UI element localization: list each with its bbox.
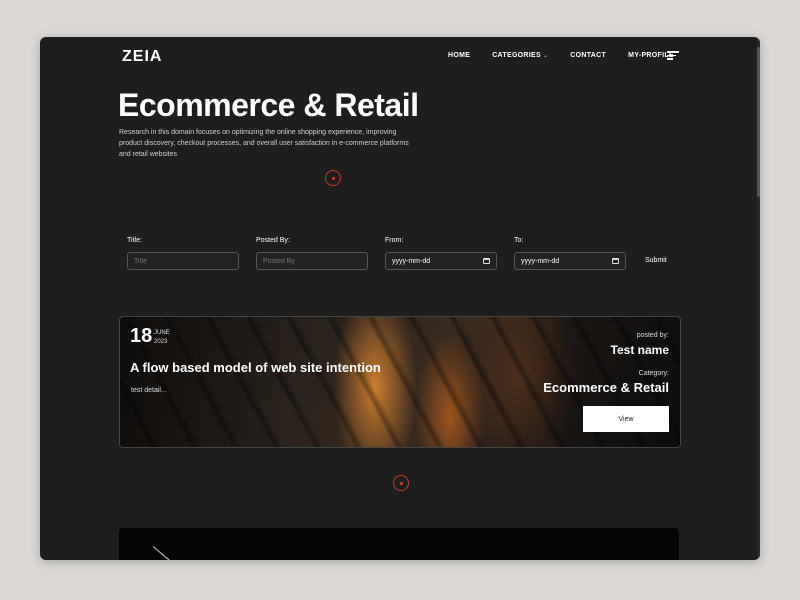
posted-by-filter-label: Posted By:: [256, 237, 290, 244]
submit-button[interactable]: Submit: [645, 257, 667, 264]
from-date-input[interactable]: yyyy-mm-dd: [385, 252, 497, 270]
post-date-month-year: JUNE 2023: [154, 329, 170, 347]
page-title: Ecommerce & Retail: [118, 87, 419, 123]
to-date-value: yyyy-mm-dd: [521, 257, 560, 265]
page-description: Research in this domain focuses on optim…: [119, 129, 409, 158]
card-background-image: [152, 546, 171, 560]
post-card-partial: [119, 528, 679, 560]
main-nav: HOME CATEGORIES ⌄ CONTACT MY-PROFILE: [448, 52, 696, 59]
calendar-icon[interactable]: [612, 258, 619, 264]
brand-logo[interactable]: ZEIA: [122, 48, 162, 66]
from-date-value: yyyy-mm-dd: [392, 257, 431, 265]
posted-by-name: Test name: [610, 343, 669, 357]
nav-contact[interactable]: CONTACT: [570, 52, 606, 59]
post-title[interactable]: A flow based model of web site intention: [130, 360, 381, 375]
chevron-down-icon: ⌄: [542, 53, 549, 59]
scrollbar-thumb[interactable]: [757, 47, 760, 197]
post-date-day: 18: [130, 325, 153, 347]
post-card: 18 JUNE 2023 A flow based model of web s…: [119, 316, 681, 448]
browser-window: ZEIA HOME CATEGORIES ⌄ CONTACT MY-PROFILE…: [40, 37, 760, 560]
nav-categories-label: CATEGORIES: [492, 52, 541, 59]
title-filter-input[interactable]: [127, 252, 239, 270]
post-date-year: 2023: [154, 339, 168, 345]
to-date-label: To:: [514, 237, 524, 244]
nav-home-label: HOME: [448, 52, 471, 59]
view-button[interactable]: View: [583, 406, 669, 432]
scroll-indicator-icon[interactable]: [325, 170, 341, 186]
nav-home[interactable]: HOME: [448, 52, 470, 59]
posted-by-filter-input[interactable]: [256, 252, 368, 270]
post-detail: test detail...: [131, 387, 167, 394]
nav-categories[interactable]: CATEGORIES ⌄: [492, 52, 548, 59]
calendar-icon[interactable]: [483, 258, 490, 264]
title-filter-label: Title:: [127, 237, 142, 244]
nav-contact-label: CONTACT: [570, 52, 607, 59]
to-date-input[interactable]: yyyy-mm-dd: [514, 252, 626, 270]
scroll-indicator-icon[interactable]: [393, 475, 409, 491]
category-label: Category:: [638, 370, 669, 377]
hamburger-menu-icon[interactable]: [667, 51, 679, 62]
posted-by-label: posted by:: [636, 332, 669, 339]
category-name: Ecommerce & Retail: [543, 380, 669, 395]
from-date-label: From:: [385, 237, 404, 244]
post-date-month: JUNE: [154, 330, 170, 336]
scrollbar[interactable]: [757, 37, 760, 560]
